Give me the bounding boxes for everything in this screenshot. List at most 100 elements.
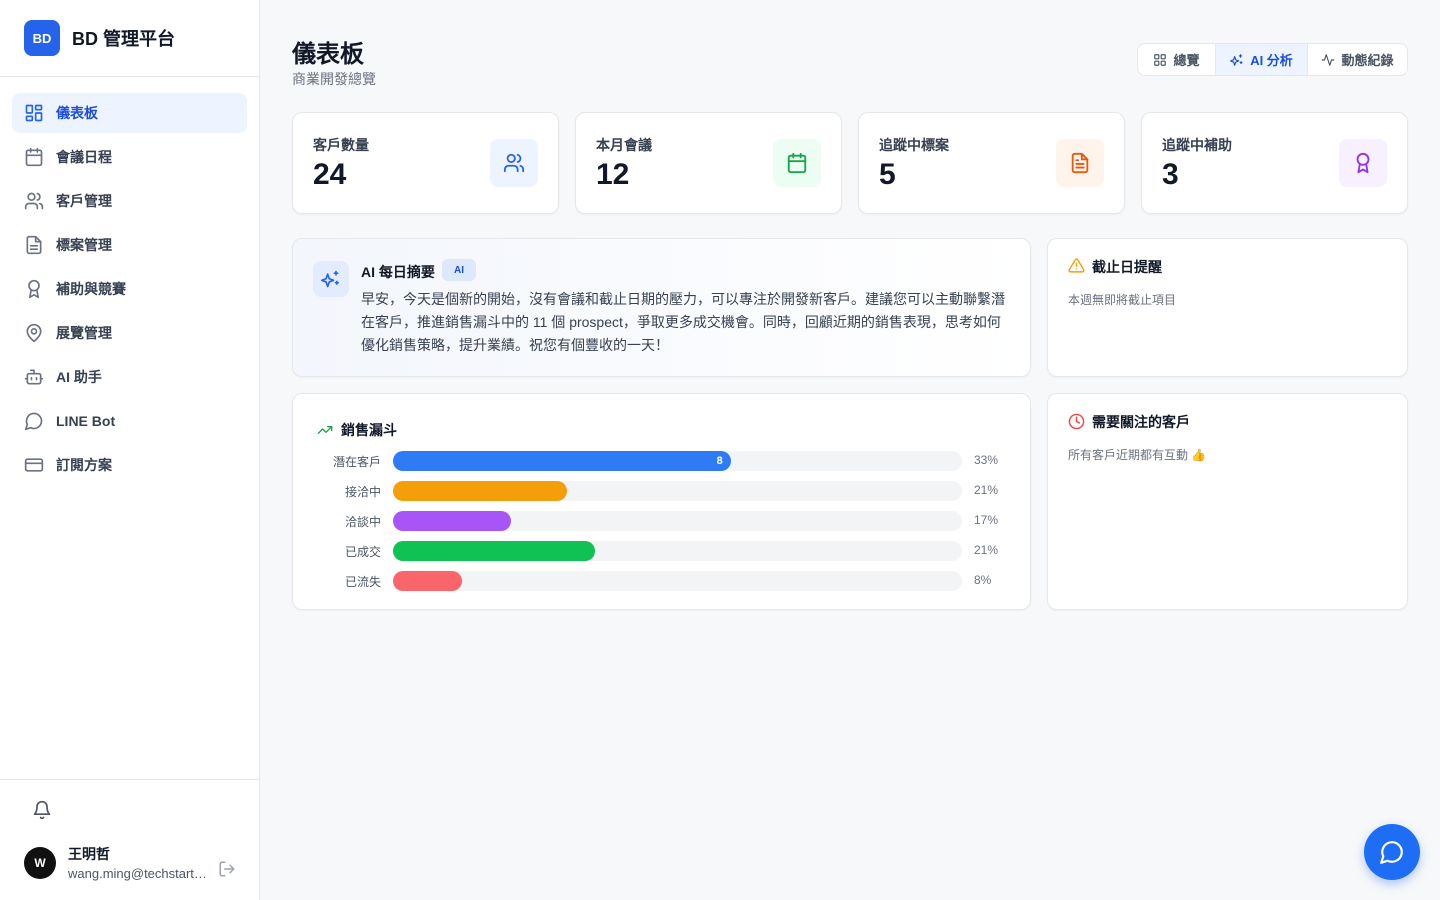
sidebar-item-dashboard[interactable]: 儀表板 bbox=[12, 93, 247, 133]
stat-value: 12 bbox=[596, 158, 630, 191]
ai-badge: AI bbox=[442, 259, 476, 281]
sidebar-item-label: 客戶管理 bbox=[56, 193, 112, 209]
stat-label: 追蹤中標案 bbox=[879, 137, 949, 153]
stat-card-grants[interactable]: 追蹤中補助 3 bbox=[1141, 112, 1408, 214]
sidebar-item-line-bot[interactable]: LINE Bot bbox=[12, 401, 247, 441]
funnel-bar-track bbox=[393, 511, 962, 531]
tab-overview[interactable]: 總覽 bbox=[1138, 44, 1215, 75]
tab-ai-analysis[interactable]: AI 分析 bbox=[1215, 44, 1307, 75]
funnel-bar-track bbox=[393, 571, 962, 591]
attention-empty-text: 所有客戶近期都有互動 👍 bbox=[1068, 448, 1207, 462]
sidebar-item-customers[interactable]: 客戶管理 bbox=[12, 181, 247, 221]
sidebar-item-meetings[interactable]: 會議日程 bbox=[12, 137, 247, 177]
credit-card-icon bbox=[24, 455, 44, 475]
chat-button[interactable] bbox=[1364, 824, 1420, 880]
funnel-stage-label: 洽談中 bbox=[344, 515, 381, 529]
sidebar-item-label: 標案管理 bbox=[56, 237, 112, 253]
attention-card: 需要關注的客戶 所有客戶近期都有互動 👍 bbox=[1047, 393, 1408, 610]
stat-label: 客戶數量 bbox=[313, 137, 369, 153]
sidebar-item-label: 會議日程 bbox=[56, 149, 112, 165]
alert-triangle-icon bbox=[1068, 258, 1085, 273]
sidebar-item-label: 訂閱方案 bbox=[56, 457, 112, 473]
tab-label: 動態紀錄 bbox=[1341, 53, 1394, 68]
grid-icon bbox=[1154, 53, 1167, 66]
ai-summary-card: AI 每日摘要 AI 早安，今天是個新的開始，沒有會議和截止日期的壓力，可以專注… bbox=[292, 238, 1031, 377]
calendar-icon bbox=[24, 147, 44, 167]
funnel-stage-label: 接洽中 bbox=[344, 485, 381, 499]
funnel-title: 銷售漏斗 bbox=[341, 422, 397, 438]
sidebar-item-label: AI 助手 bbox=[56, 369, 102, 385]
sidebar: BD BD 管理平台 儀表板 會議日程 客戶管理 標案管理 補助與競賽 展覽管理… bbox=[0, 0, 260, 900]
funnel-row: 接洽中 21% bbox=[293, 479, 1029, 509]
sidebar-item-label: 展覽管理 bbox=[56, 325, 112, 341]
stat-card-tenders[interactable]: 追蹤中標案 5 bbox=[858, 112, 1125, 214]
sidebar-item-tenders[interactable]: 標案管理 bbox=[12, 225, 247, 265]
funnel-bar bbox=[393, 511, 511, 531]
sidebar-item-label: 儀表板 bbox=[56, 105, 98, 121]
user-email: wang.ming@techstart.... bbox=[68, 866, 208, 881]
deadline-title: 截止日提醒 bbox=[1092, 259, 1162, 275]
ai-summary-text: 早安，今天是個新的開始，沒有會議和截止日期的壓力，可以專注於開發新客戶。建議您可… bbox=[361, 291, 1005, 353]
funnel-bar bbox=[393, 541, 595, 561]
brand-title: BD 管理平台 bbox=[72, 29, 175, 49]
funnel-bar: 8 bbox=[393, 451, 731, 471]
attention-title: 需要關注的客戶 bbox=[1092, 414, 1190, 430]
sales-funnel-card: 銷售漏斗 潛在客戶 8 33% 接洽中 21% 洽談中 17% 已成交 21% 已流失 8% bbox=[292, 393, 1031, 610]
funnel-bar bbox=[393, 571, 462, 591]
sidebar-item-subscription[interactable]: 訂閱方案 bbox=[12, 445, 247, 485]
award-icon bbox=[24, 279, 44, 299]
user-profile[interactable]: W 王明哲 wang.ming@techstart.... bbox=[24, 844, 208, 881]
stat-label: 追蹤中補助 bbox=[1162, 137, 1232, 153]
funnel-bar-track bbox=[393, 481, 962, 501]
sidebar-item-grants[interactable]: 補助與競賽 bbox=[12, 269, 247, 309]
users-icon bbox=[490, 139, 538, 187]
sidebar-item-label: 補助與競賽 bbox=[56, 281, 126, 297]
sidebar-nav: 儀表板 會議日程 客戶管理 標案管理 補助與競賽 展覽管理 AI 助手 LINE… bbox=[0, 77, 259, 505]
stat-card-meetings[interactable]: 本月會議 12 bbox=[575, 112, 842, 214]
message-circle-icon bbox=[1380, 841, 1403, 864]
calendar-icon bbox=[773, 139, 821, 187]
tab-label: AI 分析 bbox=[1250, 53, 1293, 68]
funnel-stage-label: 已成交 bbox=[344, 545, 381, 559]
tab-activity-log[interactable]: 動態紀錄 bbox=[1307, 44, 1407, 75]
funnel-row: 已成交 21% bbox=[293, 539, 1029, 569]
logout-icon[interactable] bbox=[218, 860, 236, 878]
map-pin-icon bbox=[24, 323, 44, 343]
sidebar-item-ai-assistant[interactable]: AI 助手 bbox=[12, 357, 247, 397]
users-icon bbox=[24, 191, 44, 211]
user-name: 王明哲 bbox=[68, 846, 110, 862]
clock-icon bbox=[1068, 413, 1085, 430]
stat-value: 3 bbox=[1162, 158, 1179, 191]
stat-card-customers[interactable]: 客戶數量 24 bbox=[292, 112, 559, 214]
sidebar-item-exhibitions[interactable]: 展覽管理 bbox=[12, 313, 247, 353]
funnel-row: 潛在客戶 8 33% bbox=[293, 449, 1029, 479]
stat-label: 本月會議 bbox=[596, 137, 652, 153]
funnel-stage-percent: 33% bbox=[974, 453, 999, 467]
view-tabs: 總覽 AI 分析 動態紀錄 bbox=[1137, 43, 1408, 76]
sidebar-item-label: LINE Bot bbox=[56, 413, 116, 429]
page-subtitle: 商業開發總覽 bbox=[292, 71, 376, 87]
funnel-bar bbox=[393, 481, 567, 501]
funnel-row: 洽談中 17% bbox=[293, 509, 1029, 539]
funnel-stage-percent: 8% bbox=[974, 573, 992, 587]
award-icon bbox=[1339, 139, 1387, 187]
funnel-stage-label: 潛在客戶 bbox=[332, 455, 381, 469]
tab-label: 總覽 bbox=[1173, 53, 1200, 68]
brand-logo: BD bbox=[24, 20, 60, 56]
stat-value: 5 bbox=[879, 158, 896, 191]
deadline-empty-text: 本週無即將截止項目 bbox=[1068, 293, 1177, 307]
stat-value: 24 bbox=[313, 158, 347, 191]
bell-icon[interactable] bbox=[30, 798, 54, 822]
funnel-rows: 潛在客戶 8 33% 接洽中 21% 洽談中 17% 已成交 21% 已流失 8% bbox=[293, 449, 1029, 599]
document-icon bbox=[1056, 139, 1104, 187]
bot-icon bbox=[24, 367, 44, 387]
sidebar-footer: W 王明哲 wang.ming@techstart.... bbox=[0, 779, 259, 900]
funnel-stage-percent: 17% bbox=[974, 513, 999, 527]
funnel-stage-percent: 21% bbox=[974, 543, 999, 557]
funnel-stage-percent: 21% bbox=[974, 483, 999, 497]
dashboard-icon bbox=[24, 103, 44, 123]
message-circle-icon bbox=[24, 411, 44, 431]
document-icon bbox=[24, 235, 44, 255]
user-info: 王明哲 wang.ming@techstart.... bbox=[68, 844, 208, 881]
sparkles-icon bbox=[1230, 53, 1243, 66]
